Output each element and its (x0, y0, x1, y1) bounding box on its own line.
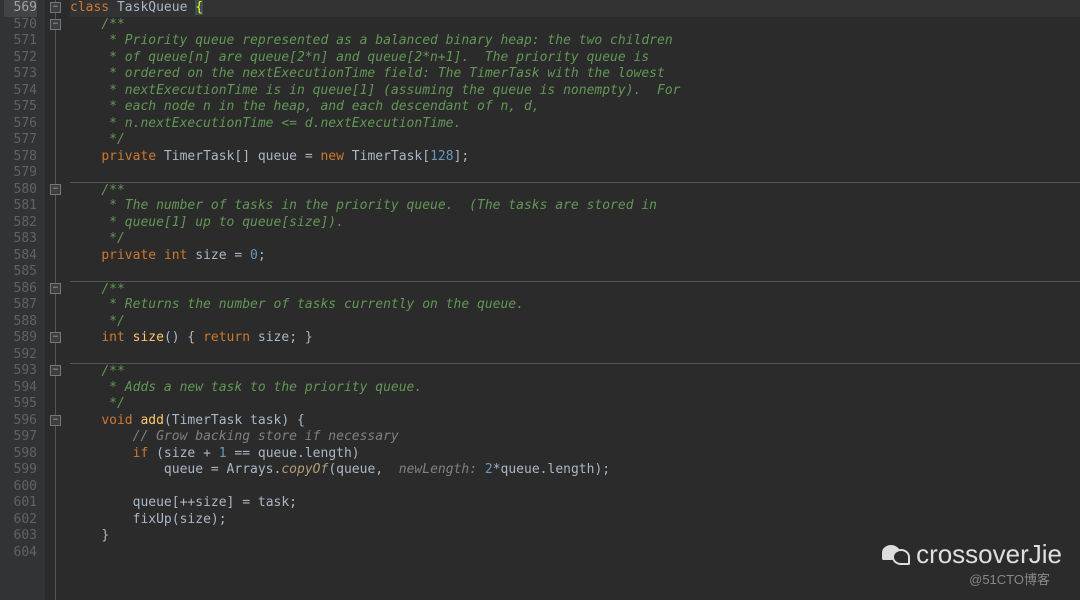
code-line: /** (70, 281, 1080, 298)
fold-column: − − − − − − − (46, 0, 66, 600)
line-number: 582 (4, 215, 37, 232)
line-number: 599 (4, 462, 37, 479)
code-line (70, 264, 1080, 281)
line-number: 604 (4, 545, 37, 562)
code-line: * The number of tasks in the priority qu… (70, 198, 1080, 215)
line-number: 573 (4, 66, 37, 83)
code-line: // Grow backing store if necessary (70, 429, 1080, 446)
code-area[interactable]: class TaskQueue { /** * Priority queue r… (66, 0, 1080, 600)
code-line: * ordered on the nextExecutionTime field… (70, 66, 1080, 83)
line-number: 575 (4, 99, 37, 116)
code-line (70, 347, 1080, 364)
code-line: /** (70, 17, 1080, 34)
code-line: */ (70, 314, 1080, 331)
fold-toggle-icon[interactable]: − (50, 19, 61, 30)
line-number: 583 (4, 231, 37, 248)
code-line (70, 165, 1080, 182)
code-line: * nextExecutionTime is in queue[1] (assu… (70, 83, 1080, 100)
line-number: 581 (4, 198, 37, 215)
code-line: private TimerTask[] queue = new TimerTas… (70, 149, 1080, 166)
code-line: fixUp(size); (70, 512, 1080, 529)
line-number: 584 (4, 248, 37, 265)
line-number: 589 (4, 330, 37, 347)
line-number: 592 (4, 347, 37, 364)
line-number: 572 (4, 50, 37, 67)
line-number: 587 (4, 297, 37, 314)
line-number-gutter: 569 570 571 572 573 574 575 576 577 578 … (0, 0, 46, 600)
code-line: * each node n in the heap, and each desc… (70, 99, 1080, 116)
line-number: 586 (4, 281, 37, 298)
line-number: 602 (4, 512, 37, 529)
fold-toggle-icon[interactable]: − (50, 415, 61, 426)
line-number: 601 (4, 495, 37, 512)
code-line: private int size = 0; (70, 248, 1080, 265)
line-number: 576 (4, 116, 37, 133)
code-line: * Returns the number of tasks currently … (70, 297, 1080, 314)
code-line: * n.nextExecutionTime <= d.nextExecution… (70, 116, 1080, 133)
code-line: queue[++size] = task; (70, 495, 1080, 512)
line-number: 600 (4, 479, 37, 496)
watermark-subtitle: @51CTO博客 (969, 569, 1050, 588)
code-line: * Priority queue represented as a balanc… (70, 33, 1080, 50)
fold-toggle-icon[interactable]: − (50, 283, 61, 294)
line-number: 574 (4, 83, 37, 100)
line-number: 579 (4, 165, 37, 182)
fold-toggle-icon[interactable]: − (50, 2, 61, 13)
code-line: * queue[1] up to queue[size]). (70, 215, 1080, 232)
line-number: 585 (4, 264, 37, 281)
watermark-text: crossoverJie (916, 539, 1062, 570)
line-number: 571 (4, 33, 37, 50)
code-line: * of queue[n] are queue[2*n] and queue[2… (70, 50, 1080, 67)
line-number: 595 (4, 396, 37, 413)
line-number: 596 (4, 413, 37, 430)
line-number: 580 (4, 182, 37, 199)
fold-toggle-icon[interactable]: − (50, 332, 61, 343)
line-number: 569 (4, 0, 37, 17)
line-number: 570 (4, 17, 37, 34)
line-number: 593 (4, 363, 37, 380)
fold-toggle-icon[interactable]: − (50, 365, 61, 376)
fold-toggle-icon[interactable]: − (50, 184, 61, 195)
line-number: 598 (4, 446, 37, 463)
line-number: 603 (4, 528, 37, 545)
code-line: /** (70, 363, 1080, 380)
code-line: int size() { return size; } (70, 330, 1080, 347)
watermark: crossoverJie (882, 539, 1062, 570)
line-number: 594 (4, 380, 37, 397)
code-line (70, 479, 1080, 496)
line-number: 588 (4, 314, 37, 331)
wechat-icon (882, 543, 910, 567)
line-number: 597 (4, 429, 37, 446)
code-line: void add(TimerTask task) { (70, 413, 1080, 430)
code-line: */ (70, 396, 1080, 413)
code-editor: 569 570 571 572 573 574 575 576 577 578 … (0, 0, 1080, 600)
line-number: 578 (4, 149, 37, 166)
code-line: class TaskQueue { (70, 0, 1080, 17)
code-line: * Adds a new task to the priority queue. (70, 380, 1080, 397)
code-line: /** (70, 182, 1080, 199)
code-line: if (size + 1 == queue.length) (70, 446, 1080, 463)
code-line: queue = Arrays.copyOf(queue, newLength: … (70, 462, 1080, 479)
code-line: */ (70, 132, 1080, 149)
code-line: */ (70, 231, 1080, 248)
line-number: 577 (4, 132, 37, 149)
